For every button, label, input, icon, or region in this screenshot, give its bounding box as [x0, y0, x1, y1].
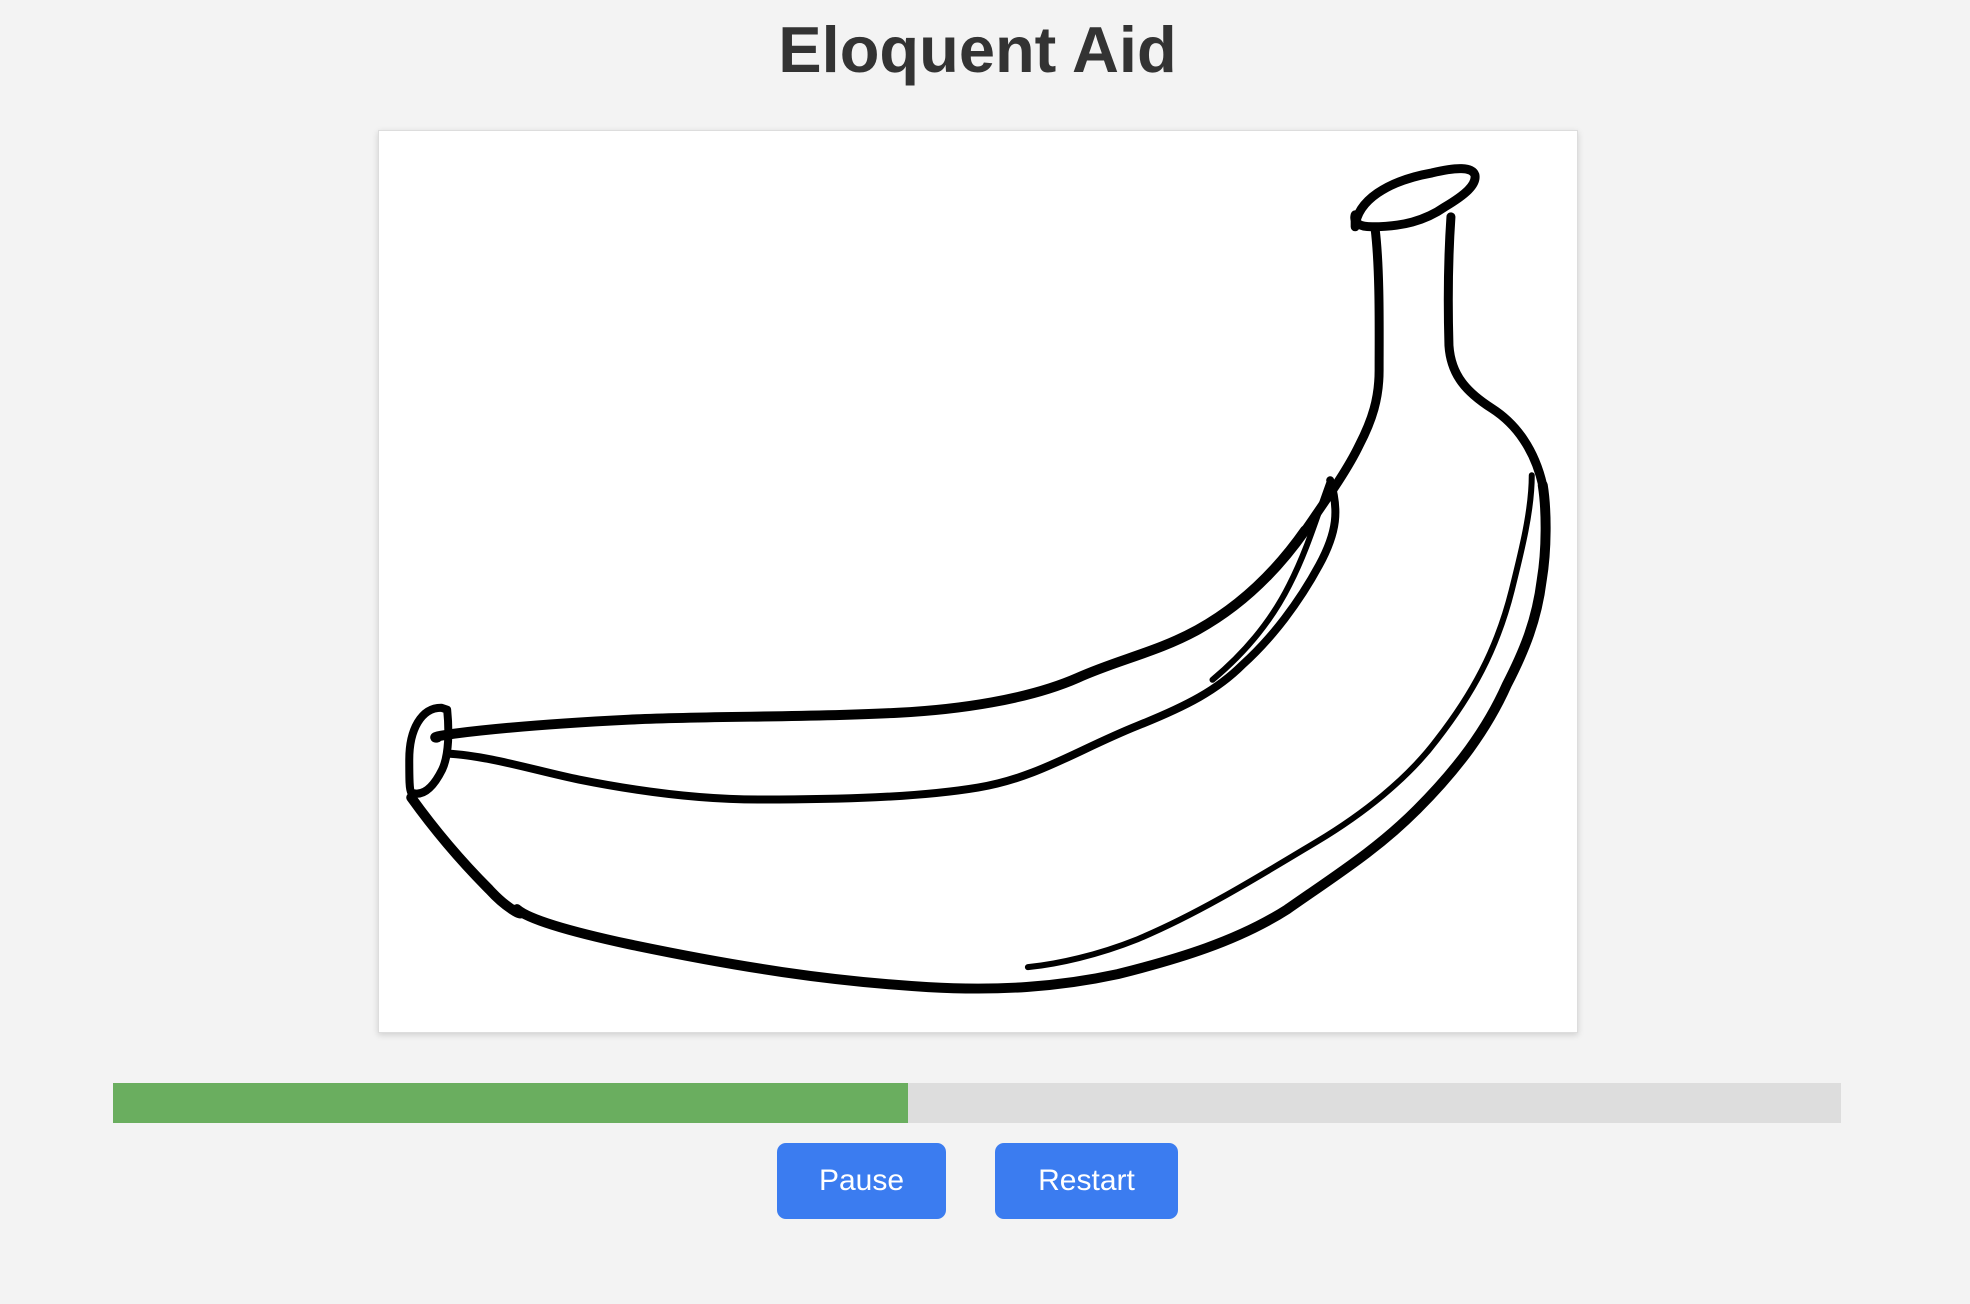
- pause-button[interactable]: Pause: [777, 1143, 946, 1219]
- restart-button[interactable]: Restart: [995, 1143, 1178, 1219]
- controls: Pause Restart: [0, 1143, 1955, 1219]
- banana-belly: [406, 792, 526, 919]
- progress-fill: [113, 1083, 908, 1123]
- drawing-canvas: [378, 130, 1578, 1033]
- banana-stem-right: [1443, 212, 1548, 490]
- banana-right-outline: [512, 480, 1551, 994]
- banana-inner-right: [1024, 472, 1535, 971]
- page: Eloquent Aid Pause Restart: [0, 0, 1970, 1304]
- banana-tip: [405, 703, 453, 798]
- page-title: Eloquent Aid: [778, 13, 1177, 86]
- banana-stem-cap: [1350, 164, 1480, 232]
- banana-stem-left: [1300, 224, 1384, 535]
- progress-bar: [113, 1083, 1841, 1123]
- banana-inner-upper: [443, 476, 1340, 804]
- banana-drawing: [405, 164, 1551, 994]
